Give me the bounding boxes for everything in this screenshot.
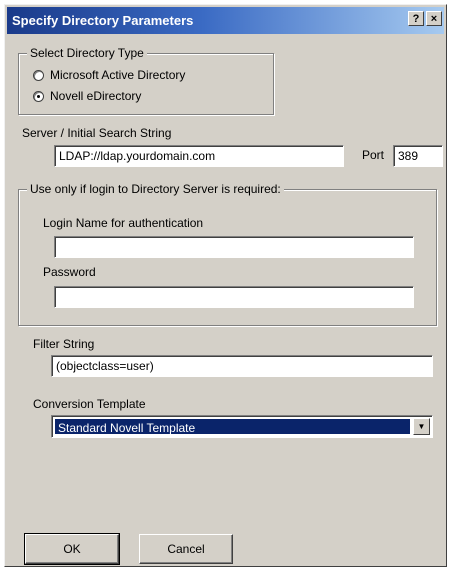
conversion-template-dropdown[interactable]: Standard Novell Template ▼ xyxy=(51,415,433,438)
conversion-template-label: Conversion Template xyxy=(33,397,146,411)
specify-directory-parameters-dialog: Specify Directory Parameters ? × Select … xyxy=(4,4,447,567)
radio-label: Novell eDirectory xyxy=(50,89,142,103)
password-label: Password xyxy=(43,265,96,279)
port-input[interactable]: 389 xyxy=(393,145,443,167)
login-group: Use only if login to Directory Server is… xyxy=(18,182,437,326)
login-legend: Use only if login to Directory Server is… xyxy=(27,182,284,196)
close-button[interactable]: × xyxy=(426,11,442,26)
ok-button[interactable]: OK xyxy=(24,533,120,565)
help-button[interactable]: ? xyxy=(408,11,424,26)
dialog-title: Specify Directory Parameters xyxy=(12,13,194,28)
title-bar[interactable]: Specify Directory Parameters ? × xyxy=(7,7,444,34)
filter-string-input[interactable]: (objectclass=user) xyxy=(51,355,433,377)
directory-type-legend: Select Directory Type xyxy=(27,46,147,60)
radio-label: Microsoft Active Directory xyxy=(50,68,186,82)
port-label: Port xyxy=(362,148,385,162)
filter-string-label: Filter String xyxy=(33,337,95,351)
server-search-string-input[interactable]: LDAP://ldap.yourdomain.com xyxy=(54,145,344,167)
login-name-label: Login Name for authentication xyxy=(43,216,204,230)
radio-microsoft-active-directory[interactable]: Microsoft Active Directory xyxy=(33,68,185,82)
server-label: Server / Initial Search String xyxy=(22,126,172,140)
cancel-button[interactable]: Cancel xyxy=(139,534,233,564)
login-name-input[interactable] xyxy=(54,236,414,258)
conversion-template-selected[interactable]: Standard Novell Template xyxy=(55,419,410,434)
radio-button-selected[interactable] xyxy=(33,90,44,102)
directory-type-group: Select Directory Type Microsoft Active D… xyxy=(18,46,274,115)
radio-novell-edirectory[interactable]: Novell eDirectory xyxy=(33,89,141,103)
chevron-down-icon[interactable]: ▼ xyxy=(413,418,430,435)
radio-button[interactable] xyxy=(33,69,44,81)
password-input[interactable] xyxy=(54,286,414,308)
